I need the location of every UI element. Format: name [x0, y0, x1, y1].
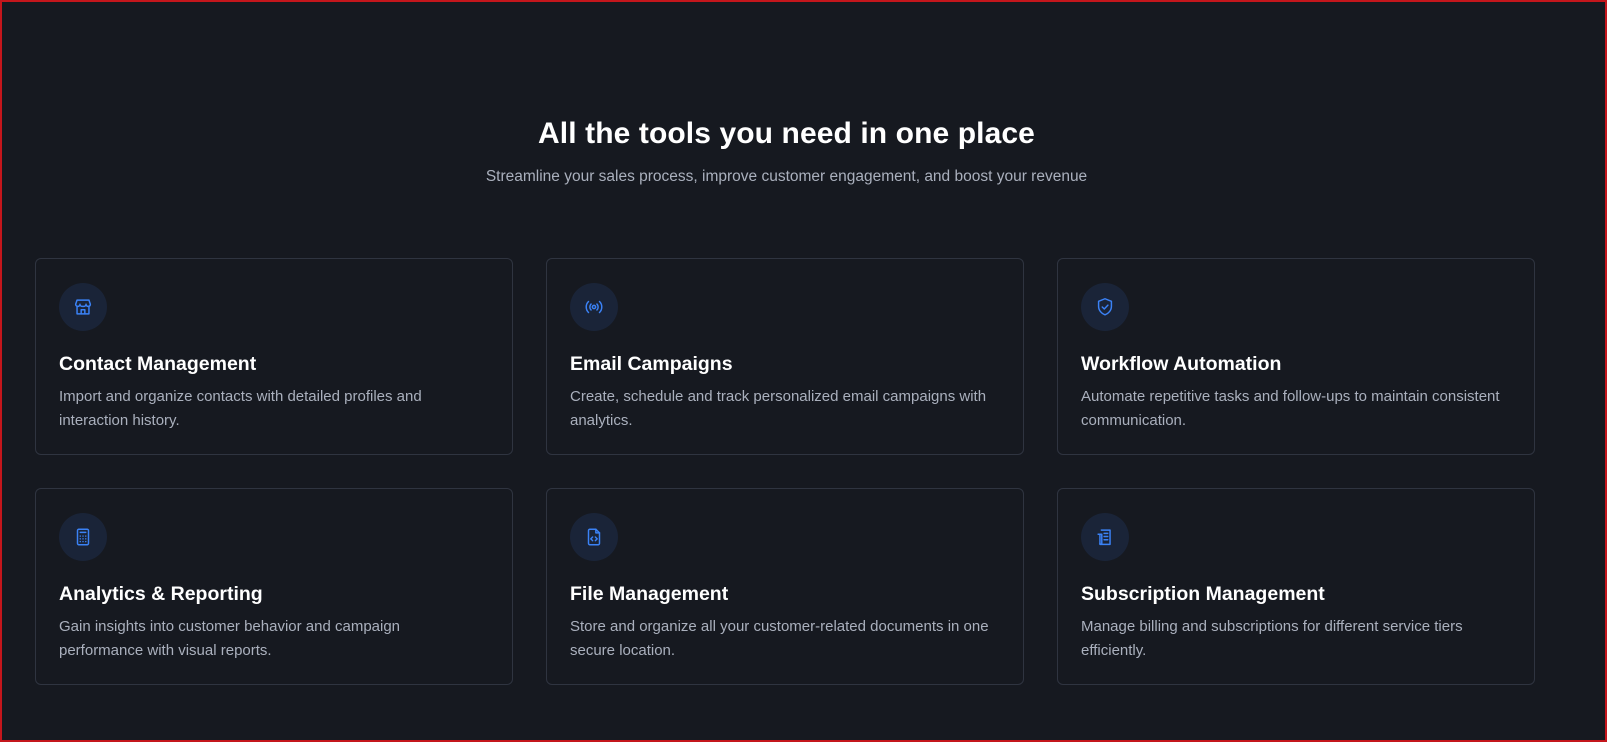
feature-description: Create, schedule and track personalized … — [570, 388, 987, 429]
feature-title: Contact Management — [59, 353, 257, 375]
section-subtitle: Streamline your sales process, improve c… — [485, 168, 1088, 185]
feature-card-email-campaigns: Email Campaigns Create, schedule and tra… — [546, 258, 1024, 455]
feature-description: Gain insights into customer behavior and… — [59, 618, 401, 659]
features-grid: Contact Management Import and organize c… — [35, 258, 1535, 685]
feature-description: Manage billing and subscriptions for dif… — [1081, 618, 1463, 659]
feature-title: Analytics & Reporting — [59, 583, 263, 605]
feature-description: Automate repetitive tasks and follow-ups… — [1081, 388, 1500, 429]
feature-card-workflow-automation: Workflow Automation Automate repetitive … — [1057, 258, 1535, 455]
feature-title: Workflow Automation — [1081, 353, 1282, 375]
section-title: All the tools you need in one place — [538, 117, 1035, 150]
feature-title: File Management — [570, 583, 729, 605]
feature-card-analytics-reporting: Analytics & Reporting Gain insights into… — [35, 488, 513, 685]
features-header: All the tools you need in one place Stre… — [2, 115, 1571, 188]
feature-description: Store and organize all your customer-rel… — [570, 618, 989, 659]
page-frame: All the tools you need in one place Stre… — [0, 0, 1607, 742]
calculator-icon — [59, 513, 107, 561]
feature-title: Subscription Management — [1081, 583, 1325, 605]
broadcast-icon — [570, 283, 618, 331]
store-icon — [59, 283, 107, 331]
file-code-icon — [570, 513, 618, 561]
feature-description: Import and organize contacts with detail… — [59, 388, 422, 429]
shield-check-icon — [1081, 283, 1129, 331]
feature-card-file-management: File Management Store and organize all y… — [546, 488, 1024, 685]
feature-card-subscription-management: Subscription Management Manage billing a… — [1057, 488, 1535, 685]
receipt-icon — [1081, 513, 1129, 561]
feature-title: Email Campaigns — [570, 353, 733, 375]
feature-card-contact-management: Contact Management Import and organize c… — [35, 258, 513, 455]
